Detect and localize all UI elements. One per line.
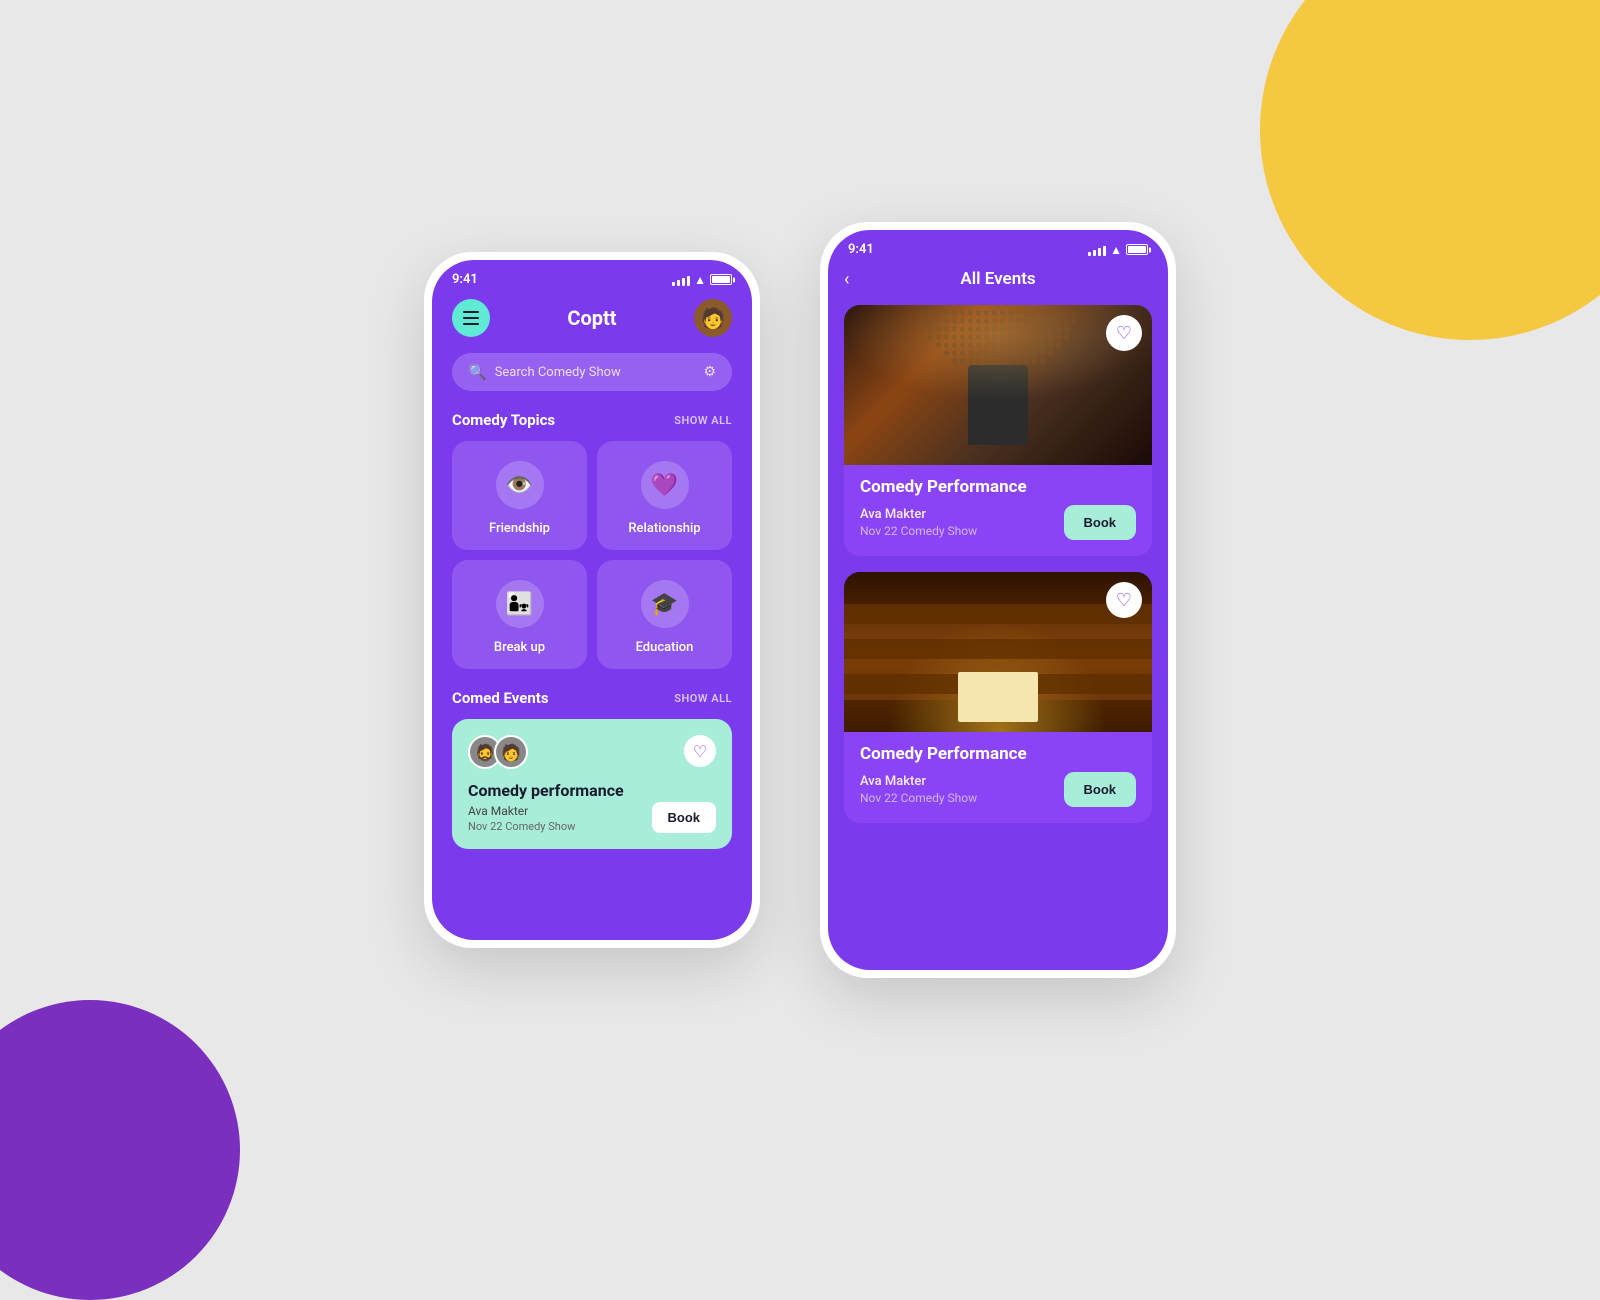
event-card-1: 🧔 🧑 ♡ Comedy performance Ava Makter Nov … (452, 719, 732, 849)
event-1-meta: Ava Makter Nov 22 Comedy Show (860, 507, 977, 538)
avatar[interactable]: 🧑 (694, 299, 732, 337)
menu-button[interactable] (452, 299, 490, 337)
topic-friendship[interactable]: 👁️ Friendship (452, 441, 587, 550)
status-icons-1: ▲ (672, 273, 732, 287)
topics-section-header: Comedy Topics SHOW ALL (432, 411, 752, 441)
hamburger-icon (463, 311, 479, 325)
events-title: Comed Events (452, 689, 549, 707)
event-2-title: Comedy Performance (860, 744, 1136, 764)
bg-circle-purple (0, 1000, 240, 1300)
app-title: Coptt (567, 306, 616, 330)
event-1-bottom: Ava Makter Nov 22 Comedy Show Book (860, 505, 1136, 540)
event-card-title: Comedy performance (468, 781, 716, 800)
theater-image: ♡ (844, 572, 1152, 732)
phone-1-screen: 9:41 ▲ (432, 260, 752, 940)
event-2-heart-btn[interactable]: ♡ (1106, 582, 1142, 618)
status-icons-2: ▲ (1088, 243, 1148, 257)
events-show-all[interactable]: SHOW ALL (674, 692, 732, 705)
crowd-dots (844, 310, 1152, 398)
battery-icon-2 (1126, 244, 1148, 255)
topic-friendship-label: Friendship (489, 521, 550, 536)
phones-container: 9:41 ▲ (424, 222, 1176, 978)
signal-icon-2 (1088, 244, 1106, 256)
friendship-icon: 👁️ (496, 461, 544, 509)
app-header-1: Coptt 🧑 (432, 291, 752, 353)
back-button[interactable]: ‹ (844, 269, 849, 290)
event-1-book-button[interactable]: Book (1064, 505, 1137, 540)
event-list-card-2: ♡ Comedy Performance Ava Makter Nov 22 C… (844, 572, 1152, 823)
event-1-info: Comedy Performance Ava Makter Nov 22 Com… (844, 465, 1152, 540)
wifi-icon-2: ▲ (1110, 243, 1122, 257)
topic-education[interactable]: 🎓 Education (597, 560, 732, 669)
search-icon: 🔍 (468, 363, 487, 381)
filter-icon[interactable]: ⚙ (703, 364, 716, 380)
event-list-card-1: ♡ Comedy Performance Ava Makter Nov 22 C… (844, 305, 1152, 556)
event-avatar-2: 🧑 (494, 735, 528, 769)
search-bar[interactable]: 🔍 Search Comedy Show ⚙ (452, 353, 732, 391)
event-2-date: Nov 22 Comedy Show (860, 791, 977, 805)
topic-relationship[interactable]: 💜 Relationship (597, 441, 732, 550)
status-bar-1: 9:41 ▲ (432, 260, 752, 291)
event-2-meta: Ava Makter Nov 22 Comedy Show (860, 774, 977, 805)
time-1: 9:41 (452, 272, 478, 287)
relationship-icon: 💜 (641, 461, 689, 509)
education-icon: 🎓 (641, 580, 689, 628)
event-2-book-button[interactable]: Book (1064, 772, 1137, 807)
topic-breakup[interactable]: 👨‍👧 Break up (452, 560, 587, 669)
phone-2-screen: 9:41 ▲ ‹ All Events (828, 230, 1168, 970)
topic-relationship-label: Relationship (628, 521, 700, 536)
event-1-date: Nov 22 Comedy Show (860, 524, 977, 538)
topic-breakup-label: Break up (494, 640, 545, 655)
search-placeholder: Search Comedy Show (495, 365, 696, 380)
all-events-title: All Events (960, 269, 1035, 289)
event-avatars: 🧔 🧑 (468, 735, 716, 769)
signal-icon (672, 274, 690, 286)
topic-education-label: Education (636, 640, 694, 655)
event-book-button[interactable]: Book (652, 802, 717, 833)
event-1-performer: Ava Makter (860, 507, 977, 522)
back-header: ‹ All Events (828, 261, 1168, 305)
events-section-header: Comed Events SHOW ALL (432, 689, 752, 719)
status-bar-2: 9:41 ▲ (828, 230, 1168, 261)
phone-2: 9:41 ▲ ‹ All Events (820, 222, 1176, 978)
time-2: 9:41 (848, 242, 874, 257)
topics-grid: 👁️ Friendship 💜 Relationship 👨‍👧 Break u… (432, 441, 752, 689)
event-1-title: Comedy Performance (860, 477, 1136, 497)
concert-image: ♡ (844, 305, 1152, 465)
topics-show-all[interactable]: SHOW ALL (674, 414, 732, 427)
event-1-heart-btn[interactable]: ♡ (1106, 315, 1142, 351)
events-list: ♡ Comedy Performance Ava Makter Nov 22 C… (828, 305, 1168, 935)
event-heart-btn[interactable]: ♡ (684, 735, 716, 767)
event-2-info: Comedy Performance Ava Makter Nov 22 Com… (844, 732, 1152, 807)
bg-circle-yellow (1260, 0, 1600, 340)
event-2-performer: Ava Makter (860, 774, 977, 789)
phone-1: 9:41 ▲ (424, 252, 760, 948)
event-2-bottom: Ava Makter Nov 22 Comedy Show Book (860, 772, 1136, 807)
theater-stage (958, 672, 1038, 722)
wifi-icon: ▲ (694, 273, 706, 287)
topics-title: Comedy Topics (452, 411, 555, 429)
breakup-icon: 👨‍👧 (496, 580, 544, 628)
battery-icon (710, 274, 732, 285)
